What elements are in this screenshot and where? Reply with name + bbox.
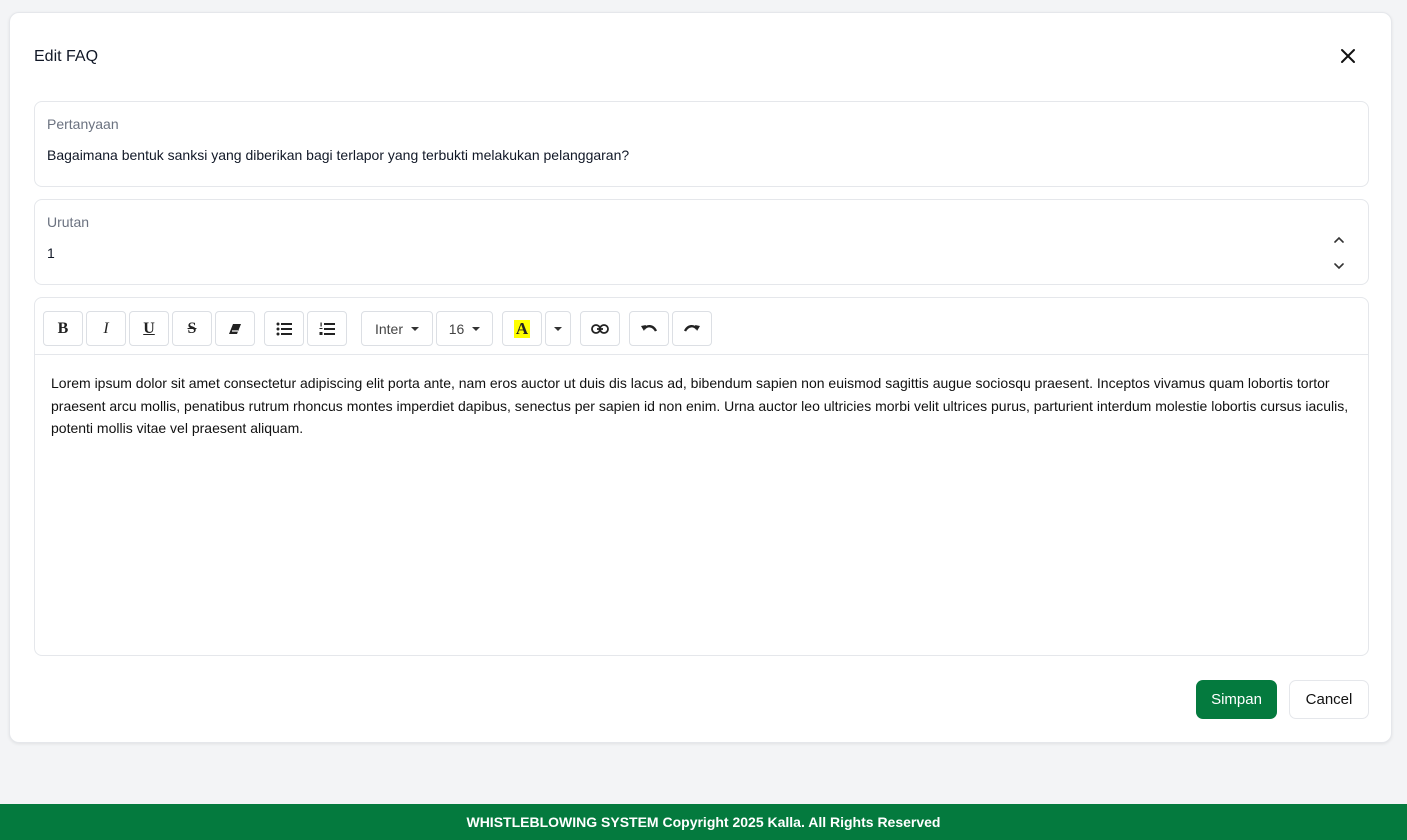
font-size-value: 16 bbox=[448, 320, 465, 337]
modal-title: Edit FAQ bbox=[34, 48, 99, 65]
numbered-list-icon bbox=[319, 322, 335, 335]
font-size-select[interactable]: 16 bbox=[436, 311, 493, 346]
footer-text: WHISTLEBLOWING SYSTEM Copyright 2025 Kal… bbox=[466, 814, 941, 830]
editor-content[interactable]: Lorem ipsum dolor sit amet consectetur a… bbox=[51, 372, 1356, 440]
clear-format-button[interactable] bbox=[215, 311, 255, 346]
underline-button[interactable]: U bbox=[129, 311, 169, 346]
redo-icon bbox=[683, 324, 700, 332]
rich-text-editor: B I U S Inter 16 A Lorem ipsum dolor sit… bbox=[34, 297, 1369, 656]
chevron-up-icon[interactable] bbox=[1334, 236, 1344, 243]
question-label: Pertanyaan bbox=[47, 116, 119, 132]
chevron-down-icon[interactable] bbox=[1334, 263, 1344, 270]
eraser-icon bbox=[229, 323, 241, 334]
highlight-dropdown-button[interactable] bbox=[545, 311, 571, 346]
font-family-select[interactable]: Inter bbox=[361, 311, 433, 346]
cancel-button[interactable]: Cancel bbox=[1289, 680, 1369, 719]
caret-down-icon bbox=[554, 326, 562, 331]
edit-faq-modal: Edit FAQ Pertanyaan Bagaimana bentuk san… bbox=[9, 12, 1392, 743]
caret-down-icon bbox=[411, 326, 419, 331]
order-stepper[interactable] bbox=[1332, 236, 1346, 270]
strikethrough-icon: S bbox=[187, 319, 197, 337]
undo-button[interactable] bbox=[629, 311, 669, 346]
redo-button[interactable] bbox=[672, 311, 712, 346]
link-icon bbox=[591, 323, 609, 334]
close-button[interactable] bbox=[1335, 43, 1361, 69]
bullet-list-button[interactable] bbox=[264, 311, 304, 346]
question-input[interactable]: Bagaimana bentuk sanksi yang diberikan b… bbox=[47, 147, 1307, 163]
bold-button[interactable]: B bbox=[43, 311, 83, 346]
highlight-icon: A bbox=[513, 318, 531, 338]
order-input[interactable]: 1 bbox=[47, 245, 1307, 261]
italic-button[interactable]: I bbox=[86, 311, 126, 346]
bold-icon: B bbox=[57, 319, 69, 337]
strikethrough-button[interactable]: S bbox=[172, 311, 212, 346]
order-label: Urutan bbox=[47, 214, 90, 230]
italic-icon: I bbox=[103, 319, 109, 337]
underline-icon: U bbox=[143, 319, 155, 337]
footer: WHISTLEBLOWING SYSTEM Copyright 2025 Kal… bbox=[0, 804, 1407, 840]
caret-down-icon bbox=[472, 326, 481, 331]
question-field[interactable]: Pertanyaan Bagaimana bentuk sanksi yang … bbox=[34, 101, 1369, 187]
order-field[interactable]: Urutan 1 bbox=[34, 199, 1369, 285]
link-button[interactable] bbox=[580, 311, 620, 346]
undo-icon bbox=[641, 324, 658, 332]
font-family-value: Inter bbox=[374, 320, 403, 337]
highlight-button[interactable]: A bbox=[502, 311, 542, 346]
close-icon bbox=[1341, 49, 1355, 63]
numbered-list-button[interactable] bbox=[307, 311, 347, 346]
bullet-list-icon bbox=[276, 322, 292, 335]
editor-toolbar: B I U S Inter 16 A bbox=[35, 298, 1368, 355]
save-button[interactable]: Simpan bbox=[1196, 680, 1277, 719]
